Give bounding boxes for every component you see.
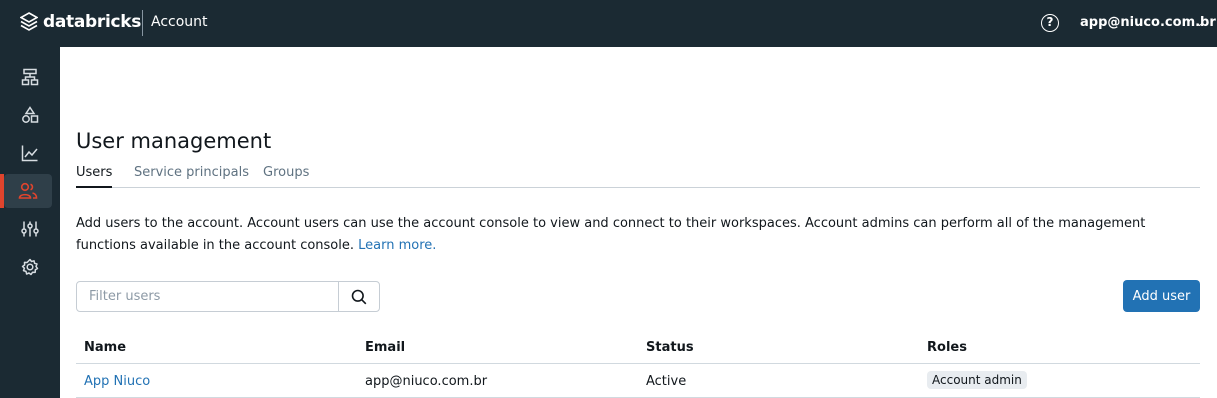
- learn-more-link[interactable]: Learn more.: [358, 238, 436, 253]
- role-badge: Account admin: [927, 371, 1027, 389]
- workspaces-icon: [21, 68, 39, 86]
- tab-groups[interactable]: Groups: [263, 165, 309, 188]
- top-navigation-bar: databricks Account ? app@niuco.com.br ⌄: [0, 0, 1217, 47]
- tab-service-principals[interactable]: Service principals: [134, 165, 249, 188]
- table-header: Name Email Status Roles: [76, 329, 1200, 364]
- tab-users[interactable]: Users: [76, 165, 113, 188]
- line-chart-icon: [21, 145, 38, 162]
- search-icon: [351, 289, 367, 304]
- databricks-logo[interactable]: databricks: [20, 12, 141, 32]
- chevron-down-icon[interactable]: ⌄: [1195, 16, 1204, 29]
- column-header-name[interactable]: Name: [84, 340, 126, 355]
- gear-icon: [21, 258, 39, 276]
- databricks-logo-icon: [20, 12, 38, 31]
- sidebar-item-data[interactable]: [0, 98, 60, 132]
- filter-users-input[interactable]: [77, 282, 339, 311]
- table-row: App Niuco app@niuco.com.br Active Accoun…: [76, 364, 1200, 398]
- sidebar-item-settings[interactable]: [0, 250, 60, 284]
- description-text: Add users to the account. Account users …: [76, 216, 1146, 253]
- users-table: Name Email Status Roles App Niuco app@ni…: [76, 329, 1200, 398]
- help-icon[interactable]: ?: [1041, 14, 1059, 32]
- sidebar-item-previews[interactable]: [0, 212, 60, 246]
- sidebar-item-workspaces[interactable]: [0, 60, 60, 94]
- users-icon: [18, 182, 38, 199]
- column-header-email[interactable]: Email: [365, 340, 405, 355]
- add-user-button[interactable]: Add user: [1123, 280, 1200, 312]
- column-header-roles[interactable]: Roles: [927, 340, 967, 355]
- filter-users-field: [76, 281, 380, 312]
- brand-divider: [142, 10, 143, 36]
- sidebar-item-user-management[interactable]: [0, 174, 52, 208]
- sidebar: [0, 47, 60, 398]
- brand-name: databricks: [43, 12, 142, 32]
- shapes-icon: [22, 106, 39, 123]
- user-name-link[interactable]: App Niuco: [84, 374, 150, 389]
- column-header-status[interactable]: Status: [646, 340, 694, 355]
- user-status: Active: [646, 374, 687, 389]
- tab-bar: Users Service principals Groups: [76, 165, 1200, 188]
- page-description: Add users to the account. Account users …: [76, 213, 1186, 257]
- page-title: User management: [76, 129, 272, 153]
- sidebar-item-usage[interactable]: [0, 136, 60, 170]
- product-name: Account: [151, 14, 208, 30]
- search-button[interactable]: [339, 282, 379, 311]
- sliders-icon: [21, 221, 39, 237]
- user-email: app@niuco.com.br: [365, 374, 488, 389]
